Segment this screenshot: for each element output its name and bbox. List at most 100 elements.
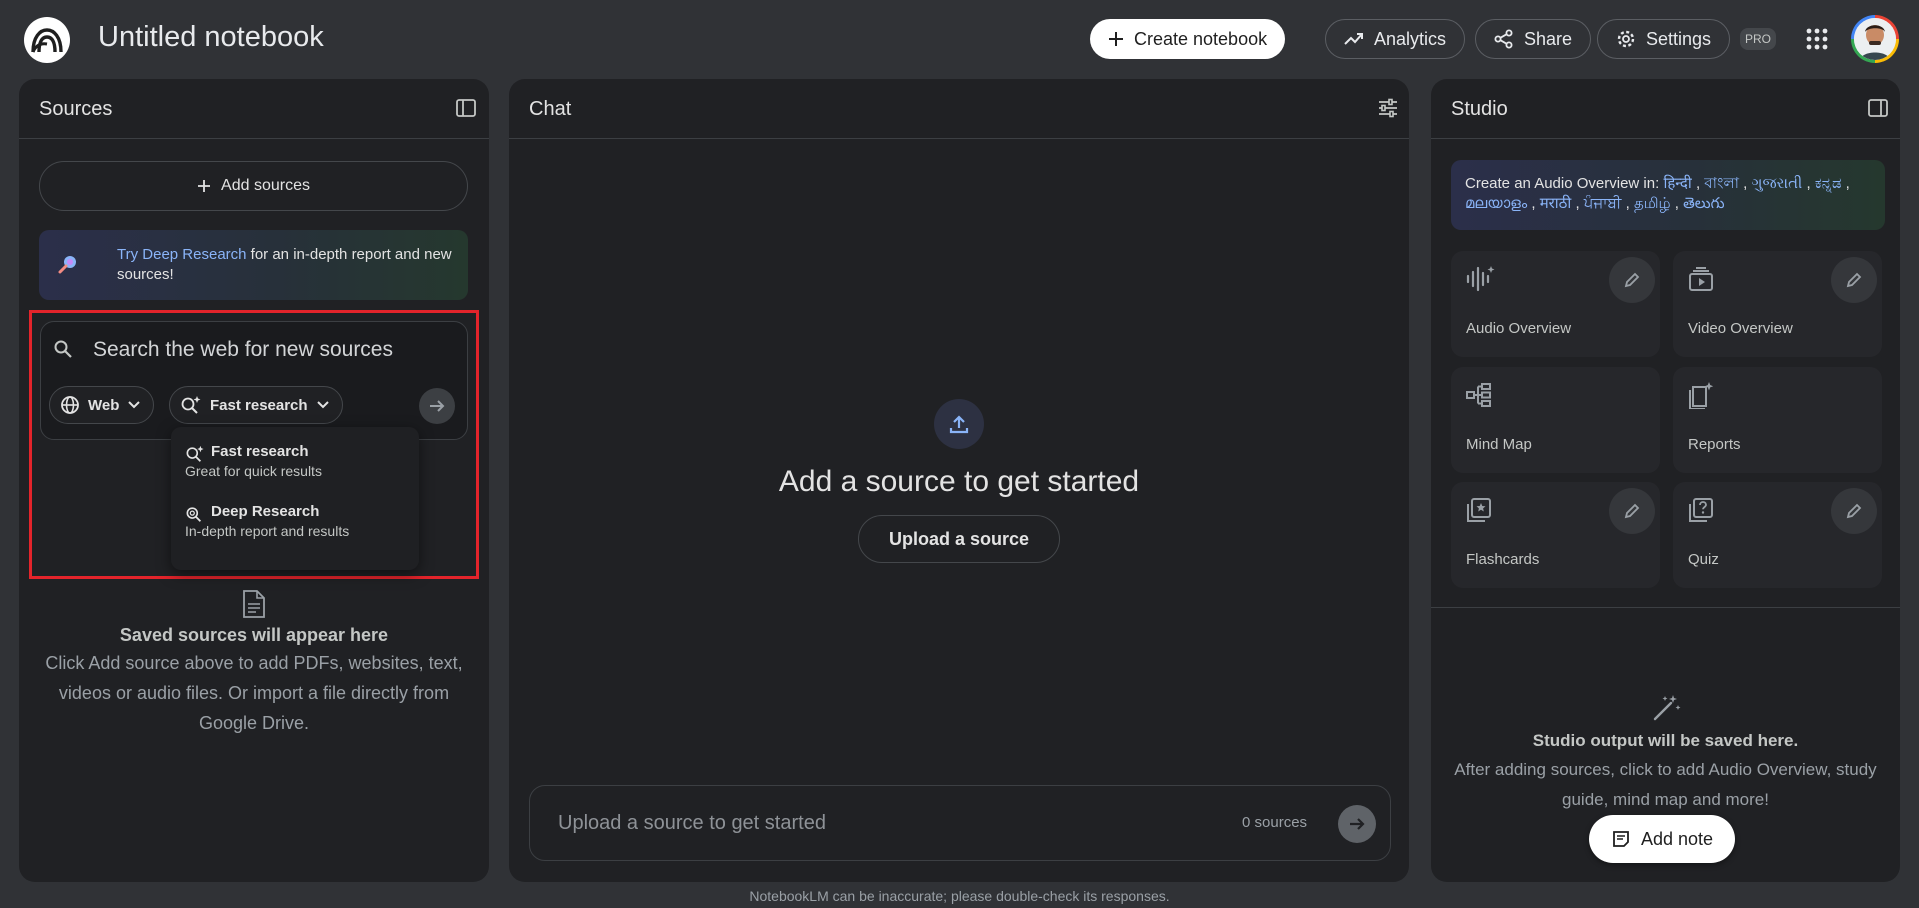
chat-panel-header: Chat bbox=[509, 79, 1409, 139]
apps-grid-icon[interactable] bbox=[1802, 24, 1832, 54]
tile-label: Reports bbox=[1688, 436, 1741, 453]
collapse-panel-icon[interactable] bbox=[455, 97, 479, 121]
pencil-icon bbox=[1846, 503, 1862, 519]
web-search-card: Web Fast research bbox=[40, 321, 468, 440]
notebook-title[interactable]: Untitled notebook bbox=[98, 21, 324, 54]
edit-flashcards-button[interactable] bbox=[1609, 488, 1655, 534]
language-link[interactable]: ગુજરાતી bbox=[1752, 175, 1803, 192]
note-icon bbox=[1613, 831, 1629, 847]
disclaimer-footer: NotebookLM can be inaccurate; please dou… bbox=[749, 888, 1170, 904]
language-prefix: Create an Audio Overview in: bbox=[1465, 175, 1664, 192]
edit-quiz-button[interactable] bbox=[1831, 488, 1877, 534]
settings-button[interactable]: Settings bbox=[1597, 19, 1731, 59]
chat-empty-heading: Add a source to get started bbox=[778, 465, 1140, 498]
search-icon bbox=[53, 339, 73, 359]
menu-item-subtitle: Great for quick results bbox=[185, 463, 322, 479]
add-note-button[interactable]: Add note bbox=[1589, 815, 1736, 863]
analytics-button[interactable]: Analytics bbox=[1325, 19, 1466, 59]
chevron-down-icon bbox=[128, 401, 141, 409]
search-sparkle-icon bbox=[181, 396, 201, 414]
try-deep-research-link[interactable]: Try Deep Research bbox=[117, 246, 247, 263]
audio-language-banner: Create an Audio Overview in: हिन्दी , বা… bbox=[1451, 160, 1885, 230]
edit-audio-overview-button[interactable] bbox=[1609, 257, 1655, 303]
edit-video-overview-button[interactable] bbox=[1831, 257, 1877, 303]
tile-label: Quiz bbox=[1688, 551, 1719, 568]
language-link[interactable]: ಕನ್ನಡ bbox=[1815, 175, 1842, 192]
menu-item-deep-research[interactable]: Deep Research In-depth report and result… bbox=[171, 493, 419, 553]
arrow-right-icon bbox=[430, 400, 445, 412]
arrow-right-icon bbox=[1350, 818, 1365, 830]
add-note-label: Add note bbox=[1641, 828, 1714, 849]
audio-overview-tile[interactable]: Audio Overview bbox=[1451, 251, 1660, 357]
quiz-icon bbox=[1687, 496, 1715, 524]
language-link[interactable]: తెలుగు bbox=[1683, 195, 1724, 212]
language-link[interactable]: ਪੰਜਾਬੀ bbox=[1584, 195, 1622, 212]
deep-search-icon bbox=[185, 505, 205, 523]
studio-panel-header: Studio bbox=[1431, 79, 1900, 139]
research-mode-dropdown[interactable]: Fast research bbox=[169, 386, 343, 424]
studio-panel: Studio Create an Audio Overview in: हिन्… bbox=[1431, 79, 1900, 882]
language-link[interactable]: தமிழ் bbox=[1634, 195, 1671, 212]
globe-icon bbox=[61, 396, 79, 414]
quiz-tile[interactable]: Quiz bbox=[1673, 482, 1882, 588]
plus-icon bbox=[198, 180, 211, 192]
settings-label: Settings bbox=[1646, 28, 1712, 49]
language-link[interactable]: বাংলা bbox=[1704, 175, 1739, 192]
search-sparkle-icon bbox=[185, 445, 205, 463]
add-sources-button[interactable]: Add sources bbox=[39, 161, 468, 211]
research-mode-menu: Fast research Great for quick results De… bbox=[171, 427, 419, 570]
language-link[interactable]: മലയാളം bbox=[1465, 195, 1527, 212]
chat-empty-state: Add a source to get started Upload a sou… bbox=[509, 399, 1409, 563]
search-submit-button[interactable] bbox=[419, 388, 455, 424]
create-notebook-label: Create notebook bbox=[1134, 28, 1268, 49]
chat-panel: Chat Add a source to get started Upload … bbox=[509, 79, 1409, 882]
video-overview-tile[interactable]: Video Overview bbox=[1673, 251, 1882, 357]
create-notebook-button[interactable]: Create notebook bbox=[1090, 19, 1286, 59]
web-search-input[interactable] bbox=[93, 334, 453, 366]
share-button[interactable]: Share bbox=[1475, 19, 1592, 59]
chat-input[interactable] bbox=[558, 806, 1178, 840]
chat-input-box: 0 sources bbox=[529, 785, 1391, 861]
sources-title: Sources bbox=[39, 98, 113, 120]
pencil-icon bbox=[1624, 272, 1640, 288]
studio-divider bbox=[1431, 607, 1900, 608]
gear-icon bbox=[1617, 30, 1635, 48]
studio-empty-title: Studio output will be saved here. bbox=[1532, 731, 1799, 750]
notebooklm-logo-icon[interactable] bbox=[24, 17, 70, 63]
tile-label: Flashcards bbox=[1466, 551, 1540, 568]
language-link[interactable]: हिन्दी bbox=[1663, 175, 1691, 192]
mind-map-tile[interactable]: Mind Map bbox=[1451, 367, 1660, 473]
trending-up-icon bbox=[1344, 33, 1363, 45]
mind-map-icon bbox=[1465, 381, 1493, 409]
sources-empty-desc: Click Add source above to add PDFs, webs… bbox=[45, 653, 463, 733]
chat-title: Chat bbox=[529, 98, 572, 120]
reports-icon bbox=[1687, 381, 1715, 409]
user-avatar[interactable] bbox=[1851, 15, 1899, 63]
flashcards-icon bbox=[1465, 496, 1493, 524]
menu-item-fast-research[interactable]: Fast research Great for quick results bbox=[171, 433, 419, 493]
send-button[interactable] bbox=[1338, 805, 1376, 843]
sources-panel-header: Sources bbox=[19, 79, 489, 139]
video-library-icon bbox=[1687, 265, 1715, 293]
reports-tile[interactable]: Reports bbox=[1673, 367, 1882, 473]
upload-source-button[interactable]: Upload a source bbox=[857, 515, 1061, 563]
web-source-dropdown[interactable]: Web bbox=[49, 386, 155, 424]
studio-title: Studio bbox=[1451, 98, 1508, 120]
tune-settings-icon[interactable] bbox=[1377, 97, 1401, 121]
deep-research-text: Try Deep Research for an in-depth report… bbox=[117, 245, 457, 285]
research-mode-label: Fast research bbox=[210, 396, 308, 414]
plus-icon bbox=[1109, 32, 1123, 46]
audio-waveform-icon bbox=[1465, 265, 1495, 293]
add-sources-label: Add sources bbox=[221, 177, 310, 194]
upload-icon bbox=[934, 399, 984, 449]
sources-empty-title: Saved sources will appear here bbox=[119, 625, 389, 645]
deep-research-banner: Try Deep Research for an in-depth report… bbox=[39, 230, 468, 300]
collapse-panel-icon[interactable] bbox=[1867, 97, 1891, 121]
flashcards-tile[interactable]: Flashcards bbox=[1451, 482, 1660, 588]
language-link[interactable]: मराठी bbox=[1540, 195, 1572, 212]
magnifier-sparkle-icon bbox=[57, 254, 79, 276]
app-header: Untitled notebook Create notebook Analyt… bbox=[0, 0, 1919, 78]
studio-empty-desc: After adding sources, click to add Audio… bbox=[1454, 760, 1877, 809]
pro-badge: PRO bbox=[1740, 28, 1776, 50]
tile-label: Mind Map bbox=[1466, 436, 1532, 453]
